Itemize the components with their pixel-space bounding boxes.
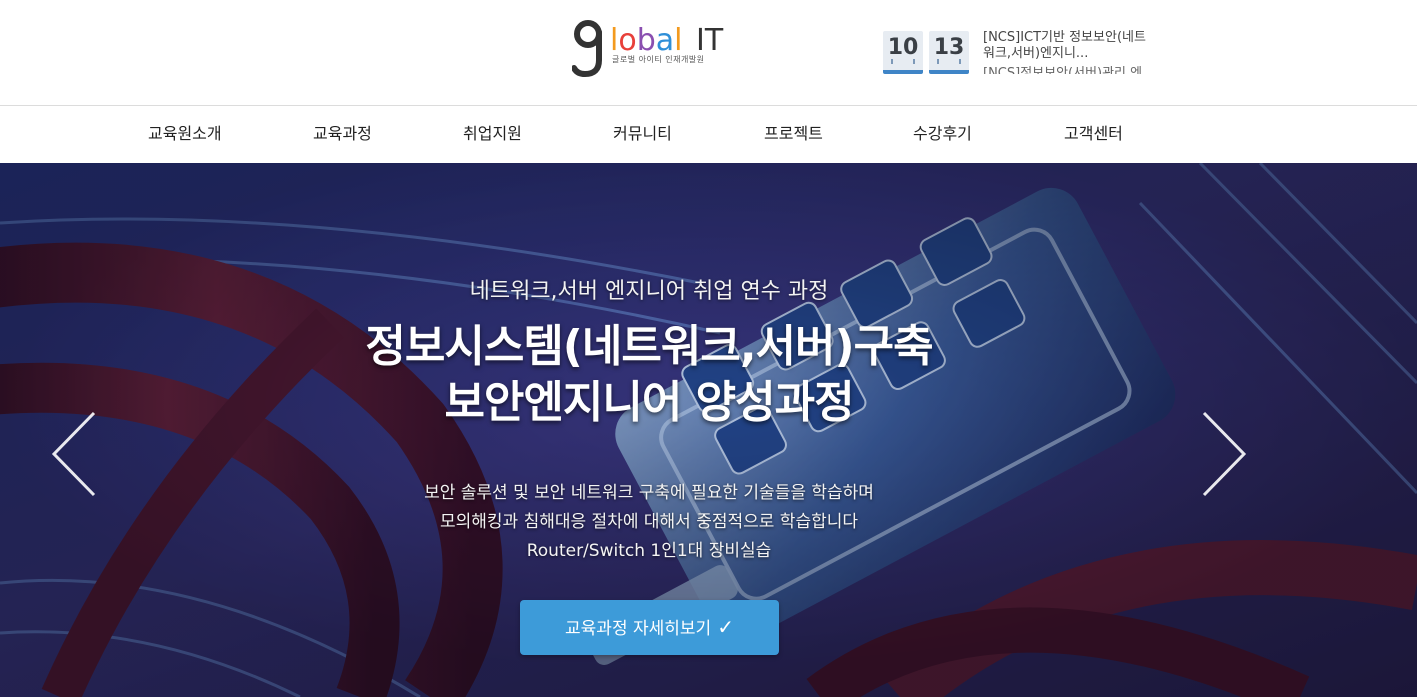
check-icon: ✓ bbox=[717, 615, 734, 639]
chevron-right-icon bbox=[1202, 411, 1247, 497]
hero-desc-line2: 모의해킹과 침해대응 절차에 대해서 중점적으로 학습합니다 bbox=[439, 512, 859, 532]
date-month: 10 bbox=[883, 31, 923, 74]
logo-it: IT bbox=[696, 23, 724, 58]
hero-description: 보안 솔루션 및 보안 네트워크 구축에 필요한 기술들을 학습하며 모의해킹과… bbox=[0, 479, 1298, 566]
nav-item-support[interactable]: 고객센터 bbox=[1064, 107, 1123, 163]
nav-item-reviews[interactable]: 수강후기 bbox=[913, 107, 972, 163]
hero-slider: 네트워크,서버 엔지니어 취업 연수 과정 정보시스템(네트워크,서버)구축 보… bbox=[0, 163, 1417, 697]
hero-title-line1: 정보시스템(네트워크,서버)구축 bbox=[365, 321, 933, 372]
chevron-left-icon bbox=[51, 411, 96, 497]
course-detail-button[interactable]: 교육과정 자세히보기 ✓ bbox=[520, 600, 779, 655]
date-day: 13 bbox=[929, 31, 969, 74]
global-it-logo[interactable]: lobal IT 글로벌 아이티 인재개발원 bbox=[572, 16, 732, 78]
nav-item-community[interactable]: 커뮤니티 bbox=[613, 107, 672, 163]
notice-current[interactable]: [NCS]ICT기반 정보보안(네트워크,서버)엔지니... bbox=[983, 30, 1146, 61]
nav-item-courses[interactable]: 교육과정 bbox=[313, 107, 372, 163]
hero-title: 정보시스템(네트워크,서버)구축 보안엔지니어 양성과정 bbox=[0, 319, 1298, 431]
notice-next[interactable]: [NCS]정보보안(서버)관리 엔지... bbox=[983, 66, 1147, 74]
slider-prev-arrow[interactable] bbox=[44, 409, 104, 499]
course-detail-label: 교육과정 자세히보기 bbox=[565, 619, 712, 639]
hero-desc-line3: Router/Switch 1인1대 장비실습 bbox=[526, 541, 772, 561]
notice-ticker[interactable]: [NCS]ICT기반 정보보안(네트워크,서버)엔지니... [NCS]정보보안… bbox=[983, 30, 1147, 74]
slider-next-arrow[interactable] bbox=[1190, 409, 1250, 499]
hero-desc-line1: 보안 솔루션 및 보안 네트워크 구축에 필요한 기술들을 학습하며 bbox=[424, 483, 874, 503]
nav-item-employment[interactable]: 취업지원 bbox=[463, 107, 522, 163]
nav-item-about[interactable]: 교육원소개 bbox=[148, 107, 222, 163]
nav-item-projects[interactable]: 프로젝트 bbox=[764, 107, 823, 163]
logo-tagline: 글로벌 아이티 인재개발원 bbox=[612, 55, 705, 64]
site-header: lobal IT 글로벌 아이티 인재개발원 10 13 [NCS]ICT기반 … bbox=[0, 0, 1417, 106]
hero-subtitle: 네트워크,서버 엔지니어 취업 연수 과정 bbox=[469, 279, 829, 304]
logo-graphic: lobal IT bbox=[572, 20, 724, 78]
logo-wordmark: lobal bbox=[610, 23, 682, 58]
hero-title-line2: 보안엔지니어 양성과정 bbox=[444, 377, 854, 428]
main-nav: 교육원소개 교육과정 취업지원 커뮤니티 프로젝트 수강후기 고객센터 bbox=[0, 107, 1417, 163]
